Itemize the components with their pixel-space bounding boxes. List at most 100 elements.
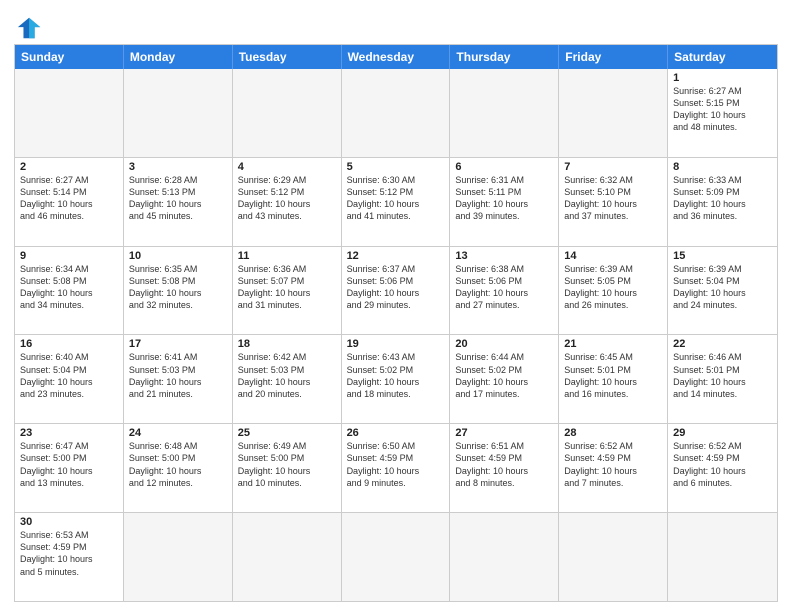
logo-icon — [16, 14, 44, 42]
day-number: 12 — [347, 250, 445, 262]
day-number: 14 — [564, 250, 662, 262]
day-number: 30 — [20, 516, 118, 528]
cal-cell-day-4: 4Sunrise: 6:29 AM Sunset: 5:12 PM Daylig… — [233, 158, 342, 246]
cell-sun-info: Sunrise: 6:32 AM Sunset: 5:10 PM Dayligh… — [564, 174, 662, 223]
page: SundayMondayTuesdayWednesdayThursdayFrid… — [0, 0, 792, 612]
cal-row-4: 23Sunrise: 6:47 AM Sunset: 5:00 PM Dayli… — [15, 423, 777, 512]
cell-sun-info: Sunrise: 6:49 AM Sunset: 5:00 PM Dayligh… — [238, 440, 336, 489]
cal-cell-empty — [342, 69, 451, 157]
cal-cell-day-19: 19Sunrise: 6:43 AM Sunset: 5:02 PM Dayli… — [342, 335, 451, 423]
cell-sun-info: Sunrise: 6:43 AM Sunset: 5:02 PM Dayligh… — [347, 351, 445, 400]
cal-cell-empty — [342, 513, 451, 601]
day-number: 25 — [238, 427, 336, 439]
day-number: 15 — [673, 250, 772, 262]
cal-cell-day-3: 3Sunrise: 6:28 AM Sunset: 5:13 PM Daylig… — [124, 158, 233, 246]
col-header-monday: Monday — [124, 45, 233, 69]
cal-row-1: 2Sunrise: 6:27 AM Sunset: 5:14 PM Daylig… — [15, 157, 777, 246]
cal-cell-day-8: 8Sunrise: 6:33 AM Sunset: 5:09 PM Daylig… — [668, 158, 777, 246]
col-header-thursday: Thursday — [450, 45, 559, 69]
cell-sun-info: Sunrise: 6:41 AM Sunset: 5:03 PM Dayligh… — [129, 351, 227, 400]
cal-cell-day-11: 11Sunrise: 6:36 AM Sunset: 5:07 PM Dayli… — [233, 247, 342, 335]
cell-sun-info: Sunrise: 6:36 AM Sunset: 5:07 PM Dayligh… — [238, 263, 336, 312]
day-number: 23 — [20, 427, 118, 439]
cell-sun-info: Sunrise: 6:39 AM Sunset: 5:04 PM Dayligh… — [673, 263, 772, 312]
cell-sun-info: Sunrise: 6:44 AM Sunset: 5:02 PM Dayligh… — [455, 351, 553, 400]
cell-sun-info: Sunrise: 6:45 AM Sunset: 5:01 PM Dayligh… — [564, 351, 662, 400]
cell-sun-info: Sunrise: 6:35 AM Sunset: 5:08 PM Dayligh… — [129, 263, 227, 312]
cell-sun-info: Sunrise: 6:38 AM Sunset: 5:06 PM Dayligh… — [455, 263, 553, 312]
cal-cell-day-23: 23Sunrise: 6:47 AM Sunset: 5:00 PM Dayli… — [15, 424, 124, 512]
day-number: 18 — [238, 338, 336, 350]
cal-row-2: 9Sunrise: 6:34 AM Sunset: 5:08 PM Daylig… — [15, 246, 777, 335]
day-number: 28 — [564, 427, 662, 439]
day-number: 24 — [129, 427, 227, 439]
day-number: 27 — [455, 427, 553, 439]
calendar-header-row: SundayMondayTuesdayWednesdayThursdayFrid… — [15, 45, 777, 69]
col-header-wednesday: Wednesday — [342, 45, 451, 69]
col-header-tuesday: Tuesday — [233, 45, 342, 69]
day-number: 1 — [673, 72, 772, 84]
cell-sun-info: Sunrise: 6:28 AM Sunset: 5:13 PM Dayligh… — [129, 174, 227, 223]
cell-sun-info: Sunrise: 6:52 AM Sunset: 4:59 PM Dayligh… — [564, 440, 662, 489]
day-number: 29 — [673, 427, 772, 439]
cal-cell-day-9: 9Sunrise: 6:34 AM Sunset: 5:08 PM Daylig… — [15, 247, 124, 335]
cell-sun-info: Sunrise: 6:48 AM Sunset: 5:00 PM Dayligh… — [129, 440, 227, 489]
cal-cell-day-21: 21Sunrise: 6:45 AM Sunset: 5:01 PM Dayli… — [559, 335, 668, 423]
day-number: 2 — [20, 161, 118, 173]
cal-cell-empty — [233, 513, 342, 601]
cal-cell-day-10: 10Sunrise: 6:35 AM Sunset: 5:08 PM Dayli… — [124, 247, 233, 335]
cal-row-5: 30Sunrise: 6:53 AM Sunset: 4:59 PM Dayli… — [15, 512, 777, 601]
cal-row-3: 16Sunrise: 6:40 AM Sunset: 5:04 PM Dayli… — [15, 334, 777, 423]
day-number: 21 — [564, 338, 662, 350]
day-number: 9 — [20, 250, 118, 262]
day-number: 10 — [129, 250, 227, 262]
cell-sun-info: Sunrise: 6:29 AM Sunset: 5:12 PM Dayligh… — [238, 174, 336, 223]
cell-sun-info: Sunrise: 6:27 AM Sunset: 5:14 PM Dayligh… — [20, 174, 118, 223]
logo — [14, 14, 44, 38]
cell-sun-info: Sunrise: 6:50 AM Sunset: 4:59 PM Dayligh… — [347, 440, 445, 489]
cal-cell-day-28: 28Sunrise: 6:52 AM Sunset: 4:59 PM Dayli… — [559, 424, 668, 512]
cal-cell-day-12: 12Sunrise: 6:37 AM Sunset: 5:06 PM Dayli… — [342, 247, 451, 335]
cal-cell-day-2: 2Sunrise: 6:27 AM Sunset: 5:14 PM Daylig… — [15, 158, 124, 246]
cell-sun-info: Sunrise: 6:46 AM Sunset: 5:01 PM Dayligh… — [673, 351, 772, 400]
cal-cell-day-26: 26Sunrise: 6:50 AM Sunset: 4:59 PM Dayli… — [342, 424, 451, 512]
day-number: 4 — [238, 161, 336, 173]
header — [14, 10, 778, 38]
cell-sun-info: Sunrise: 6:47 AM Sunset: 5:00 PM Dayligh… — [20, 440, 118, 489]
day-number: 26 — [347, 427, 445, 439]
day-number: 20 — [455, 338, 553, 350]
day-number: 16 — [20, 338, 118, 350]
day-number: 17 — [129, 338, 227, 350]
cal-cell-day-16: 16Sunrise: 6:40 AM Sunset: 5:04 PM Dayli… — [15, 335, 124, 423]
cal-cell-day-27: 27Sunrise: 6:51 AM Sunset: 4:59 PM Dayli… — [450, 424, 559, 512]
cell-sun-info: Sunrise: 6:33 AM Sunset: 5:09 PM Dayligh… — [673, 174, 772, 223]
cal-cell-day-14: 14Sunrise: 6:39 AM Sunset: 5:05 PM Dayli… — [559, 247, 668, 335]
cal-cell-day-22: 22Sunrise: 6:46 AM Sunset: 5:01 PM Dayli… — [668, 335, 777, 423]
cal-cell-empty — [450, 69, 559, 157]
cal-cell-day-18: 18Sunrise: 6:42 AM Sunset: 5:03 PM Dayli… — [233, 335, 342, 423]
day-number: 22 — [673, 338, 772, 350]
day-number: 7 — [564, 161, 662, 173]
cell-sun-info: Sunrise: 6:51 AM Sunset: 4:59 PM Dayligh… — [455, 440, 553, 489]
cal-cell-day-1: 1Sunrise: 6:27 AM Sunset: 5:15 PM Daylig… — [668, 69, 777, 157]
col-header-sunday: Sunday — [15, 45, 124, 69]
cell-sun-info: Sunrise: 6:34 AM Sunset: 5:08 PM Dayligh… — [20, 263, 118, 312]
col-header-friday: Friday — [559, 45, 668, 69]
cal-cell-empty — [559, 69, 668, 157]
cal-cell-day-5: 5Sunrise: 6:30 AM Sunset: 5:12 PM Daylig… — [342, 158, 451, 246]
cal-cell-day-15: 15Sunrise: 6:39 AM Sunset: 5:04 PM Dayli… — [668, 247, 777, 335]
cell-sun-info: Sunrise: 6:40 AM Sunset: 5:04 PM Dayligh… — [20, 351, 118, 400]
cal-cell-day-24: 24Sunrise: 6:48 AM Sunset: 5:00 PM Dayli… — [124, 424, 233, 512]
day-number: 3 — [129, 161, 227, 173]
cal-cell-empty — [559, 513, 668, 601]
cal-cell-empty — [124, 69, 233, 157]
calendar: SundayMondayTuesdayWednesdayThursdayFrid… — [14, 44, 778, 602]
cal-cell-day-13: 13Sunrise: 6:38 AM Sunset: 5:06 PM Dayli… — [450, 247, 559, 335]
cell-sun-info: Sunrise: 6:53 AM Sunset: 4:59 PM Dayligh… — [20, 529, 118, 578]
day-number: 8 — [673, 161, 772, 173]
day-number: 13 — [455, 250, 553, 262]
cell-sun-info: Sunrise: 6:30 AM Sunset: 5:12 PM Dayligh… — [347, 174, 445, 223]
day-number: 19 — [347, 338, 445, 350]
cell-sun-info: Sunrise: 6:27 AM Sunset: 5:15 PM Dayligh… — [673, 85, 772, 134]
day-number: 11 — [238, 250, 336, 262]
